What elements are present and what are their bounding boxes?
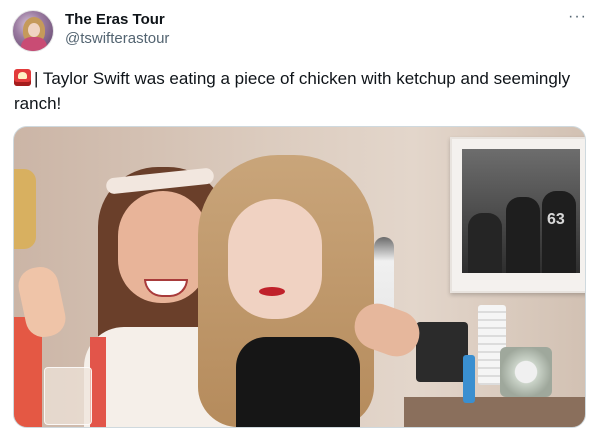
post-header: The Eras Tour @tswifterastour ··· xyxy=(12,8,589,52)
water-bottle xyxy=(463,355,475,403)
author-display-name[interactable]: The Eras Tour xyxy=(65,10,169,29)
author-names: The Eras Tour @tswifterastour xyxy=(65,10,169,48)
counter xyxy=(404,397,585,427)
woman-right-lips xyxy=(259,287,285,296)
avatar-dress xyxy=(21,37,47,51)
author-handle[interactable]: @tswifterastour xyxy=(65,29,169,48)
framed-player xyxy=(468,213,502,273)
avatar-face xyxy=(28,23,40,37)
plastic-cup xyxy=(44,367,92,425)
post-text: | Taylor Swift was eating a piece of chi… xyxy=(14,66,584,116)
framed-player: 63 xyxy=(542,191,576,273)
woman-right-face xyxy=(228,199,322,319)
framed-football-photo: 63 xyxy=(450,137,585,293)
child-hair xyxy=(14,169,36,249)
jersey-number: 63 xyxy=(547,211,565,228)
post-photo[interactable]: 63 xyxy=(13,126,586,428)
framed-photo-image: 63 xyxy=(462,149,580,273)
woman-right-top xyxy=(236,337,360,427)
woman-left-strap xyxy=(90,337,106,427)
rotating-light-icon xyxy=(14,69,31,86)
coffee-machine xyxy=(416,322,468,382)
framed-player xyxy=(506,197,540,273)
ellipsis-icon[interactable]: ··· xyxy=(568,8,587,26)
coffee-pods xyxy=(500,347,552,397)
author-avatar[interactable] xyxy=(12,10,54,52)
post-text-body: | Taylor Swift was eating a piece of chi… xyxy=(14,69,571,113)
